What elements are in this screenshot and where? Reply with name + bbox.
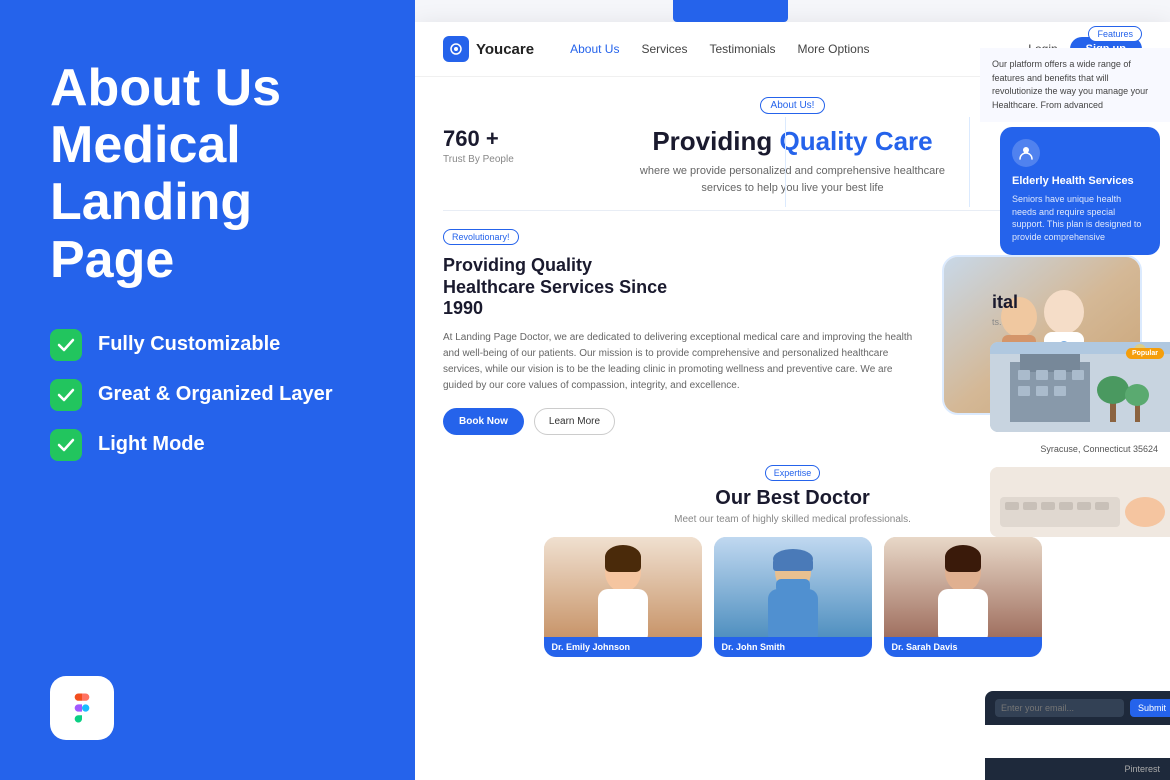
doctor-card-3: Dr. Sarah Davis bbox=[884, 537, 1042, 657]
doctor-name-3: Dr. Sarah Davis bbox=[884, 637, 1042, 657]
navbar: Youcare About Us Services Testimonials M… bbox=[415, 22, 1170, 77]
check-icon-2 bbox=[50, 379, 82, 411]
feature-item-1: Fully Customizable bbox=[50, 329, 365, 361]
learn-more-button[interactable]: Learn More bbox=[534, 408, 615, 435]
hero-line-left bbox=[785, 117, 786, 207]
expertise-section: Expertise Our Best Doctor Meet our team … bbox=[415, 451, 1170, 673]
expertise-tag: Expertise bbox=[765, 465, 821, 481]
nav-link-more[interactable]: More Options bbox=[798, 42, 870, 56]
hero-tag: About Us! bbox=[760, 97, 826, 114]
stat-right-number: 660 + bbox=[1062, 126, 1142, 152]
check-icon-1 bbox=[50, 329, 82, 361]
nav-actions: Login Sign up bbox=[1028, 37, 1142, 61]
website-mockup: Youcare About Us Services Testimonials M… bbox=[415, 22, 1170, 780]
hero-section: About Us! 760 + Trust By People Providin… bbox=[415, 77, 1170, 210]
footer-link[interactable]: Pinterest bbox=[1124, 764, 1160, 774]
email-input[interactable] bbox=[995, 699, 1124, 717]
stat-right: 660 + Has Recovered bbox=[1062, 126, 1142, 165]
page-title: About Us Medical Landing Page bbox=[50, 60, 365, 289]
hero-stats: 760 + Trust By People Providing Quality … bbox=[443, 126, 1142, 196]
left-panel: About Us Medical Landing Page Fully Cust… bbox=[0, 0, 415, 780]
doctor-img-3 bbox=[884, 537, 1042, 637]
nav-link-testimonials[interactable]: Testimonials bbox=[709, 42, 775, 56]
check-icon-3 bbox=[50, 429, 82, 461]
expertise-subtitle: Meet our team of highly skilled medical … bbox=[443, 514, 1142, 525]
book-now-button[interactable]: Book Now bbox=[443, 408, 524, 435]
stat-left-label: Trust By People bbox=[443, 154, 523, 165]
expertise-title: Our Best Doctor bbox=[443, 487, 1142, 510]
feature-item-3: Light Mode bbox=[50, 429, 365, 461]
right-panel: Youcare About Us Services Testimonials M… bbox=[415, 0, 1170, 780]
doctor-card-1: Dr. Emily Johnson bbox=[544, 537, 702, 657]
quality-title: Providing QualityHealthcare Services Sin… bbox=[443, 255, 920, 320]
hero-center: Providing Quality Care where we provide … bbox=[640, 126, 945, 196]
figma-logo bbox=[50, 676, 114, 740]
nav-links: About Us Services Testimonials More Opti… bbox=[570, 42, 1028, 56]
quality-image bbox=[942, 255, 1142, 415]
feature-label-2: Great & Organized Layer bbox=[98, 383, 333, 406]
quality-buttons: Book Now Learn More bbox=[443, 408, 920, 435]
doctor-name-2: Dr. John Smith bbox=[714, 637, 872, 657]
login-button[interactable]: Login bbox=[1028, 42, 1057, 56]
stat-right-label: Has Recovered bbox=[1062, 154, 1142, 165]
feature-item-2: Great & Organized Layer bbox=[50, 379, 365, 411]
feature-list: Fully Customizable Great & Organized Lay… bbox=[50, 329, 365, 461]
left-content: About Us Medical Landing Page Fully Cust… bbox=[50, 60, 365, 461]
stat-left-number: 760 + bbox=[443, 126, 523, 152]
quality-tag: Revolutionary! bbox=[443, 229, 519, 245]
hero-line-right bbox=[969, 117, 970, 207]
hero-title: Providing Quality Care bbox=[640, 126, 945, 157]
doctor-card-2: Dr. John Smith bbox=[714, 537, 872, 657]
doctor-name-1: Dr. Emily Johnson bbox=[544, 637, 702, 657]
footer-right: Pinterest bbox=[985, 758, 1170, 780]
feature-label-1: Fully Customizable bbox=[98, 333, 280, 356]
doctors-row: Dr. Emily Johnson bbox=[443, 537, 1142, 657]
quality-text: Providing QualityHealthcare Services Sin… bbox=[443, 255, 920, 435]
doctor-img-2 bbox=[714, 537, 872, 637]
doctor-img-1 bbox=[544, 537, 702, 637]
feature-label-3: Light Mode bbox=[98, 433, 205, 456]
quality-section: Revolutionary! Providing QualityHealthca… bbox=[415, 211, 1170, 451]
nav-link-about[interactable]: About Us bbox=[570, 42, 619, 56]
nav-logo: Youcare bbox=[443, 36, 534, 62]
stat-left: 760 + Trust By People bbox=[443, 126, 523, 165]
top-accent-bar bbox=[673, 0, 788, 22]
logo-icon bbox=[443, 36, 469, 62]
nav-link-services[interactable]: Services bbox=[641, 42, 687, 56]
quality-content: Providing QualityHealthcare Services Sin… bbox=[443, 255, 1142, 435]
quality-description: At Landing Page Doctor, we are dedicated… bbox=[443, 330, 920, 394]
signup-button[interactable]: Sign up bbox=[1070, 37, 1142, 61]
email-submit-button[interactable]: Submit bbox=[1130, 699, 1170, 717]
hero-subtitle: where we provide personalized and compre… bbox=[640, 163, 945, 196]
email-bar: Submit bbox=[985, 691, 1170, 725]
